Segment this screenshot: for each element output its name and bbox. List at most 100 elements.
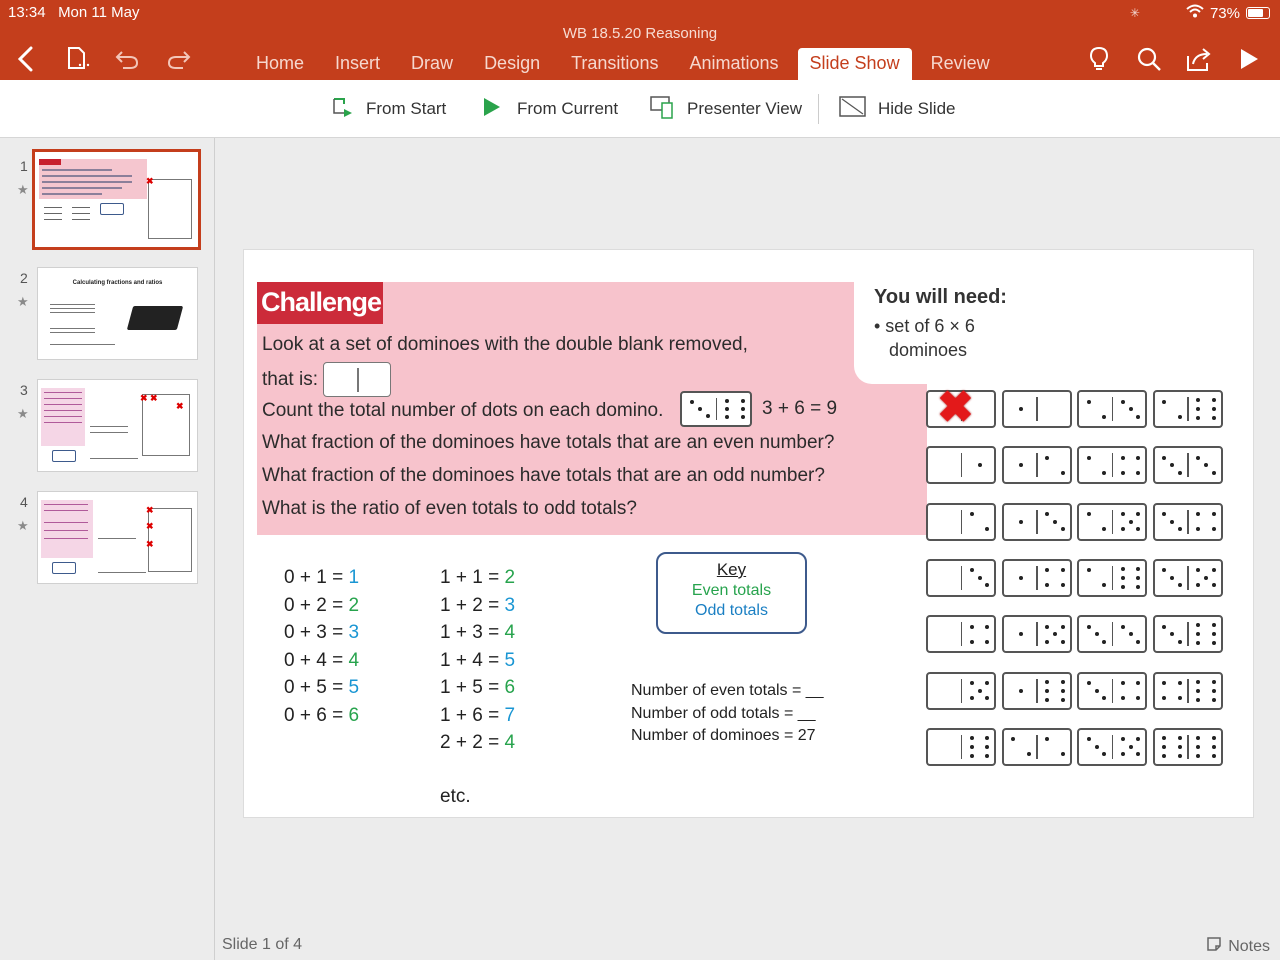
- pip: [1162, 753, 1167, 758]
- domino: [926, 727, 996, 766]
- challenge-line: What fraction of the dominoes have total…: [262, 432, 835, 453]
- pip: [1094, 744, 1099, 749]
- back-icon[interactable]: [10, 44, 40, 74]
- challenge-panel: Challenge Look at a set of dominoes with…: [257, 282, 927, 535]
- tab-draw[interactable]: Draw: [399, 48, 465, 80]
- domino: [926, 671, 996, 710]
- pip: [1120, 527, 1125, 532]
- domino: [1001, 727, 1072, 766]
- lightbulb-icon[interactable]: [1082, 44, 1116, 74]
- tab-review[interactable]: Review: [919, 48, 1002, 80]
- presenter-view-button[interactable]: Presenter View: [649, 95, 802, 122]
- pip: [1094, 688, 1099, 693]
- challenge-line: Look at a set of dominoes with the doubl…: [262, 334, 748, 355]
- thumbnail-slide-4[interactable]: ✖ ✖ ✖: [38, 492, 197, 583]
- undo-icon[interactable]: [112, 44, 142, 74]
- pip: [1162, 696, 1167, 700]
- pip: [1102, 470, 1107, 475]
- domino: [1152, 671, 1223, 710]
- pip: [1177, 470, 1182, 475]
- domino: [1077, 671, 1147, 710]
- equation-row: 0 + 2 = 2: [284, 594, 360, 616]
- redo-icon[interactable]: [164, 44, 194, 74]
- tab-transitions[interactable]: Transitions: [559, 48, 670, 80]
- thumbnail-slide-1[interactable]: ✖: [35, 152, 198, 247]
- pip: [1196, 753, 1201, 758]
- status-indicators: ✳ 73%: [1130, 4, 1270, 22]
- from-start-button[interactable]: From Start: [330, 96, 446, 122]
- pip: [1086, 399, 1091, 404]
- animation-star-icon: ★: [17, 406, 29, 421]
- pip: [1019, 519, 1023, 524]
- loading-icon: ✳: [1129, 6, 1140, 20]
- you-will-need-item: • set of 6 × 6: [874, 316, 975, 336]
- toolbar-divider: [818, 94, 819, 124]
- thumbnail-slide-2[interactable]: Calculating fractions and ratios: [38, 268, 197, 359]
- pip: [1162, 512, 1167, 517]
- domino: [1001, 615, 1072, 654]
- share-icon[interactable]: [1182, 44, 1216, 74]
- tab-animations[interactable]: Animations: [677, 48, 790, 80]
- animation-star-icon: ★: [17, 518, 29, 533]
- tab-slide-show[interactable]: Slide Show: [797, 48, 912, 80]
- pip: [1120, 399, 1125, 404]
- status-time: 13:34 Mon 11 May: [8, 4, 140, 21]
- tab-insert[interactable]: Insert: [323, 48, 392, 80]
- hide-slide-button[interactable]: Hide Slide: [838, 95, 956, 122]
- pip: [1196, 679, 1201, 684]
- challenge-line: What fraction of the dominoes have total…: [262, 465, 825, 486]
- equation-row: 1 + 4 = 5: [440, 649, 516, 671]
- equation-row: 0 + 1 = 1: [284, 567, 360, 588]
- pip: [1136, 566, 1141, 571]
- equations-column-1: 0 + 1 = 1 0 + 2 = 2 0 + 3 = 3 0 + 4 = 4 0 + …: [284, 564, 359, 729]
- pip: [1136, 470, 1141, 475]
- pip: [1196, 744, 1201, 749]
- slide-canvas[interactable]: Challenge Look at a set of dominoes with…: [244, 250, 1253, 817]
- pip: [1086, 568, 1091, 573]
- domino: [926, 558, 996, 597]
- domino: [680, 391, 752, 427]
- pip: [1170, 463, 1174, 468]
- tab-design[interactable]: Design: [472, 48, 552, 80]
- pip: [1060, 527, 1065, 532]
- domino: [926, 446, 996, 485]
- tab-home[interactable]: Home: [244, 48, 316, 80]
- pip: [1177, 753, 1182, 758]
- pip: [985, 639, 990, 644]
- pip: [1045, 639, 1050, 644]
- pip: [1177, 639, 1182, 644]
- challenge-line: Count the total number of dots on each d…: [262, 400, 664, 421]
- pip: [1060, 679, 1065, 684]
- challenge-banner: Challenge: [257, 282, 383, 324]
- file-icon[interactable]: [62, 44, 92, 74]
- domino: [1001, 558, 1072, 597]
- pip: [985, 735, 990, 740]
- pip: [969, 753, 974, 758]
- domino: [1077, 558, 1147, 597]
- notes-button[interactable]: Notes: [1206, 936, 1270, 957]
- search-icon[interactable]: [1132, 44, 1166, 74]
- pip: [1045, 679, 1050, 684]
- play-icon[interactable]: [1232, 44, 1266, 74]
- key-box: Key Even totals Odd totals: [656, 552, 807, 634]
- domino: [1152, 558, 1223, 597]
- wifi-icon: [1186, 4, 1204, 22]
- pip: [985, 744, 990, 749]
- pip: [725, 415, 729, 420]
- from-current-button[interactable]: From Current: [481, 96, 618, 122]
- domino: [1001, 671, 1072, 710]
- pip: [706, 414, 710, 418]
- pip: [1211, 470, 1216, 475]
- thumbnail-slide-3[interactable]: ✖ ✖ ✖: [38, 380, 197, 471]
- pip: [1162, 744, 1167, 749]
- pip: [1211, 512, 1216, 517]
- battery-percentage: 73%: [1209, 4, 1240, 22]
- pip: [1120, 566, 1125, 571]
- pip: [1177, 583, 1182, 588]
- pip: [1211, 527, 1216, 532]
- pip: [1136, 639, 1141, 644]
- pip: [1045, 624, 1050, 629]
- pip: [1162, 735, 1167, 740]
- pip: [1211, 583, 1216, 588]
- pip: [969, 639, 974, 644]
